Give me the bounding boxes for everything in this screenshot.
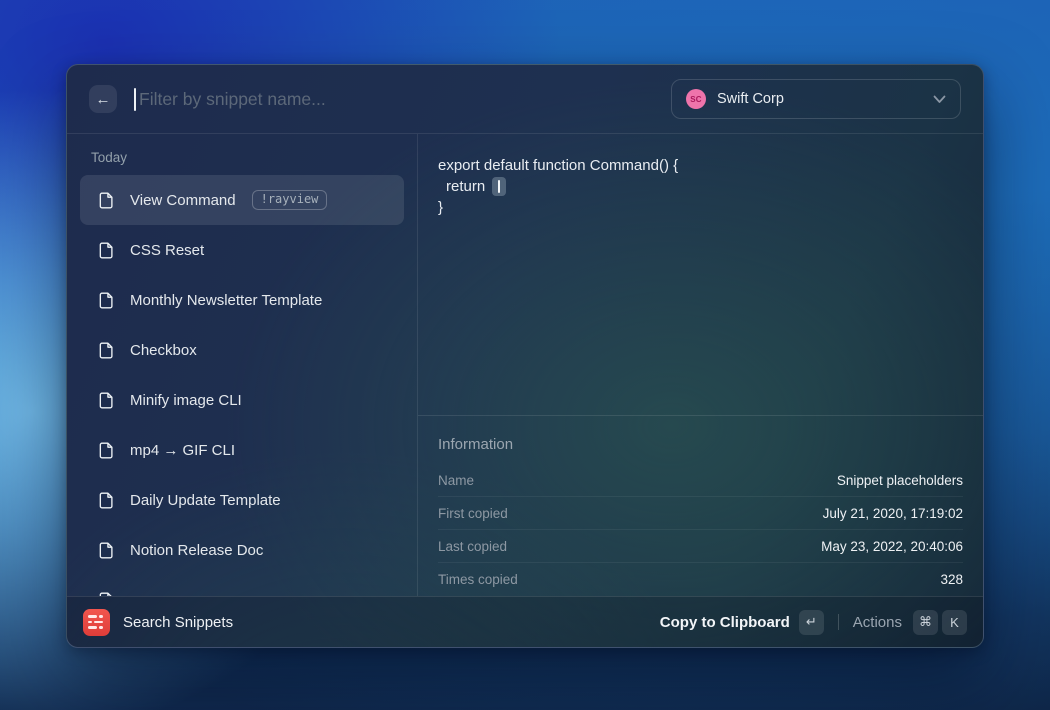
snippet-title: mp4 → GIF CLI [130, 442, 235, 459]
snippet-keyword-badge: !rayview [252, 190, 328, 210]
footer-divider [838, 614, 839, 630]
search-header: ← Filter by snippet name... SC Swift Cor… [67, 65, 983, 134]
code-line-3: } [438, 197, 963, 218]
app-name: Search Snippets [123, 614, 233, 631]
document-icon [97, 191, 116, 210]
code-line-2: return [438, 176, 963, 197]
list-item-mp4-gif-cli[interactable]: mp4 → GIF CLI [80, 425, 404, 475]
info-row-first-copied: First copied July 21, 2020, 17:19:02 [438, 497, 963, 530]
info-value: 328 [940, 572, 963, 587]
snippet-title: CSS Reset [130, 242, 204, 259]
return-key-icon: ↵ [799, 610, 824, 635]
information-section: Information Name Snippet placeholders Fi… [418, 415, 983, 596]
action-bar: Search Snippets Copy to Clipboard ↵ Acti… [67, 596, 983, 647]
info-label: Name [438, 473, 474, 488]
snippet-preview: export default function Command() { retu… [418, 134, 983, 415]
information-title: Information [438, 430, 963, 464]
list-item-view-command[interactable]: View Command !rayview [80, 175, 404, 225]
snippet-title: Daily Update Template [130, 492, 281, 509]
snippet-title: View Command [130, 192, 236, 209]
list-item-css-reset[interactable]: CSS Reset [80, 225, 404, 275]
list-item-daily-update[interactable]: Daily Update Template [80, 475, 404, 525]
back-arrow-icon: ← [96, 91, 111, 108]
info-row-times-copied: Times copied 328 [438, 563, 963, 596]
back-button[interactable]: ← [89, 85, 117, 113]
list-item-minify-image-cli[interactable]: Minify image CLI [80, 375, 404, 425]
organization-dropdown[interactable]: SC Swift Corp [671, 79, 961, 119]
snippet-title: Monthly Newsletter Template [130, 292, 322, 309]
info-value: Snippet placeholders [837, 473, 963, 488]
launcher-window: ← Filter by snippet name... SC Swift Cor… [66, 64, 984, 648]
list-item-checkbox[interactable]: Checkbox [80, 325, 404, 375]
info-value: May 23, 2022, 20:40:06 [821, 539, 963, 554]
chevron-down-icon [933, 95, 946, 104]
document-icon [97, 291, 116, 310]
detail-panel: export default function Command() { retu… [418, 134, 983, 596]
copy-to-clipboard-button[interactable]: Copy to Clipboard [660, 614, 790, 631]
info-value: July 21, 2020, 17:19:02 [823, 506, 963, 521]
snippet-title: Minify image CLI [130, 392, 242, 409]
info-label: First copied [438, 506, 508, 521]
search-input[interactable]: Filter by snippet name... [139, 89, 326, 110]
k-key-icon: K [942, 610, 967, 635]
info-label: Last copied [438, 539, 507, 554]
snippets-app-icon [83, 609, 110, 636]
list-item-partial[interactable] [80, 575, 404, 596]
snippet-title: Notion Release Doc [130, 542, 263, 559]
organization-name: Swift Corp [717, 91, 922, 107]
info-row-name: Name Snippet placeholders [438, 464, 963, 497]
document-icon [97, 341, 116, 360]
document-icon [97, 241, 116, 260]
organization-avatar: SC [686, 89, 706, 109]
snippet-title: Checkbox [130, 342, 197, 359]
document-icon [97, 441, 116, 460]
section-header: Today [67, 142, 417, 175]
info-row-last-copied: Last copied May 23, 2022, 20:40:06 [438, 530, 963, 563]
list-item-monthly-newsletter[interactable]: Monthly Newsletter Template [80, 275, 404, 325]
code-return-keyword: return [446, 176, 485, 197]
command-key-icon: ⌘ [913, 610, 938, 635]
text-caret [134, 88, 136, 111]
document-icon [97, 491, 116, 510]
placeholder-cursor-chip [492, 177, 506, 196]
snippet-list: Today View Command !rayview CSS Reset Mo… [67, 134, 418, 596]
actions-button[interactable]: Actions [853, 614, 902, 631]
document-icon [97, 541, 116, 560]
document-icon [97, 391, 116, 410]
info-label: Times copied [438, 572, 518, 587]
list-item-notion-release[interactable]: Notion Release Doc [80, 525, 404, 575]
code-line-1: export default function Command() { [438, 155, 963, 176]
